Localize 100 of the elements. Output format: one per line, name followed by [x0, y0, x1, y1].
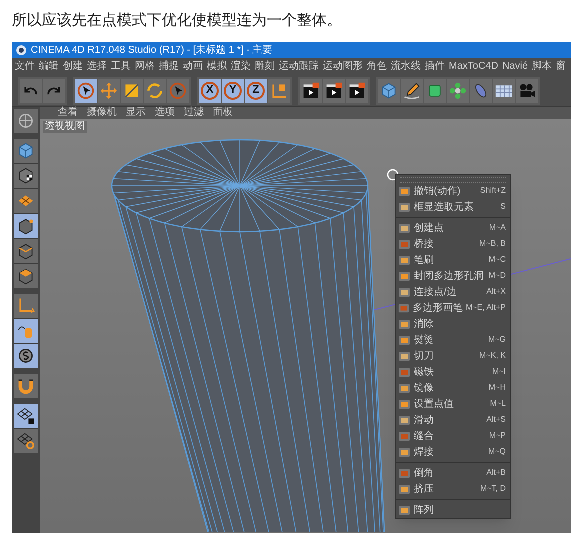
- tool-button[interactable]: [75, 78, 97, 102]
- cursor-icon: [387, 169, 399, 181]
- axis-toggle-button[interactable]: Z: [245, 78, 267, 102]
- shortcut-text: M~L: [490, 398, 506, 410]
- menu-item[interactable]: 工具: [111, 59, 131, 74]
- cube-icon: [380, 82, 398, 100]
- menu-entry[interactable]: 撤销(动作) Shift+Z: [396, 183, 510, 199]
- menu-item[interactable]: 编辑: [39, 59, 59, 74]
- mode-button[interactable]: [14, 344, 38, 368]
- menu-label: 焊接: [414, 446, 435, 460]
- shortcut-text: M~P: [489, 430, 506, 442]
- menu-label: 笔刷: [414, 254, 435, 268]
- tool-button[interactable]: [401, 78, 423, 102]
- menu-item[interactable]: 渲染: [231, 59, 251, 74]
- menu-item[interactable]: 模拟: [207, 59, 227, 74]
- menu-entry[interactable]: 磁铁 M~I: [396, 364, 510, 380]
- shortcut-text: M~E, Alt+P: [466, 302, 506, 314]
- menu-item[interactable]: 运动图形: [323, 59, 363, 74]
- textured-cube-icon: [17, 167, 35, 185]
- shortcut-text: M~Q: [488, 446, 506, 458]
- caption-text: 所以应该先在点模式下优化使模型连为一个整体。: [12, 12, 342, 29]
- menu-item[interactable]: 捕捉: [159, 59, 179, 74]
- menu-label: 多边形画笔: [412, 302, 463, 316]
- mode-button[interactable]: [14, 239, 38, 263]
- menu-item[interactable]: 运动跟踪: [279, 59, 319, 74]
- shortcut-text: M~T, D: [480, 483, 506, 495]
- menu-label: 切刀: [414, 350, 435, 364]
- mode-button[interactable]: [14, 214, 38, 238]
- menu-entry[interactable]: 设置点值 M~L: [396, 396, 510, 412]
- cube-icon: [17, 142, 35, 160]
- viewport-menu-item[interactable]: 查看: [58, 107, 78, 119]
- menu-label: 撤销(动作): [414, 184, 462, 198]
- menu-label: 消除: [414, 318, 435, 332]
- menu-entry[interactable]: 挤压 M~T, D: [396, 481, 510, 497]
- clapperboard-icon: [348, 82, 366, 100]
- menu-item[interactable]: 脚本: [532, 59, 552, 74]
- tool-icon: [398, 200, 411, 214]
- cursor-icon: [77, 82, 95, 100]
- menu-label: 封闭多边形孔洞: [414, 270, 485, 284]
- tool-button[interactable]: [323, 78, 345, 102]
- menu-item[interactable]: 文件: [15, 59, 35, 74]
- menu-entry[interactable]: 阵列: [396, 502, 510, 518]
- menu-entry[interactable]: 笔刷 M~C: [396, 252, 510, 268]
- mode-button[interactable]: [14, 164, 38, 188]
- menu-item[interactable]: MaxToC4D: [449, 59, 498, 74]
- viewport-menu-item[interactable]: 选项: [155, 107, 175, 119]
- menu-item[interactable]: 创建: [63, 59, 83, 74]
- menu-entry[interactable]: 桥接 M~B, B: [396, 236, 510, 252]
- viewport-menu-item[interactable]: 摄像机: [87, 107, 117, 119]
- globe-icon: [17, 112, 35, 130]
- menu-item[interactable]: 选择: [87, 59, 107, 74]
- window-title: CINEMA 4D R17.048 Studio (R17) - [未标题 1 *] - 主要: [31, 44, 273, 58]
- menu-entry[interactable]: 熨烫 M~G: [396, 332, 510, 348]
- tool-icon: [398, 382, 411, 394]
- viewport-menu-item[interactable]: 显示: [126, 107, 146, 119]
- tool-icon: [398, 286, 411, 298]
- coordinate-icon: [270, 82, 288, 100]
- viewport-menu-item[interactable]: 过滤: [184, 107, 204, 119]
- menu-entry[interactable]: 多边形画笔 M~E, Alt+P: [396, 300, 510, 316]
- menu-entry[interactable]: 创建点 M~A: [396, 220, 510, 236]
- menu-item[interactable]: 动画: [183, 59, 203, 74]
- menu-entry[interactable]: 镜像 M~H: [396, 380, 510, 396]
- viewport-menu-item[interactable]: 面板: [213, 107, 233, 119]
- tool-icon: [398, 318, 411, 330]
- mode-button[interactable]: [14, 429, 38, 453]
- menu-entry[interactable]: 焊接 M~Q: [396, 444, 510, 460]
- menu-item[interactable]: Navié: [502, 59, 528, 74]
- menu-entry[interactable]: 缝合 M~P: [396, 428, 510, 444]
- menu-entry[interactable]: 封闭多边形孔洞 M~D: [396, 268, 510, 284]
- menu-item[interactable]: 网格: [135, 59, 155, 74]
- menu-item[interactable]: 窗: [556, 59, 566, 74]
- tool-icon: [398, 430, 411, 442]
- shortcut-text: M~B, B: [480, 238, 506, 250]
- axis-toggle-button[interactable]: X: [199, 78, 221, 102]
- menu-label: 框显选取元素: [414, 200, 475, 214]
- cloner-icon: [449, 82, 467, 100]
- menu-entry[interactable]: 切刀 M~K, K: [396, 348, 510, 364]
- mode-button[interactable]: [14, 404, 38, 428]
- tool-button[interactable]: [346, 78, 368, 102]
- menu-label: 缝合: [414, 430, 435, 444]
- cursor-icon: [169, 82, 187, 100]
- menu-entry[interactable]: 倒角 Alt+B: [396, 465, 510, 481]
- shortcut-text: S: [500, 201, 506, 213]
- locked-grid-icon: [17, 407, 35, 425]
- menu-entry[interactable]: 消除: [396, 316, 510, 332]
- menu-entry[interactable]: 滑动 Alt+S: [396, 412, 510, 428]
- viewport-label: 透视视图: [43, 121, 87, 133]
- menu-label: 桥接: [414, 238, 435, 252]
- axis-toggle-button[interactable]: Y: [222, 78, 244, 102]
- menu-item[interactable]: 流水线: [391, 59, 421, 74]
- menu-item[interactable]: 角色: [367, 59, 387, 74]
- mode-button[interactable]: [14, 264, 38, 288]
- menu-item[interactable]: 插件: [425, 59, 445, 74]
- tool-icon: [398, 302, 410, 314]
- shortcut-text: Alt+S: [486, 414, 506, 426]
- tool-button[interactable]: [300, 78, 322, 102]
- rotate-icon: [146, 82, 164, 100]
- menu-entry[interactable]: 框显选取元素 S: [396, 199, 510, 215]
- menu-entry[interactable]: 连接点/边 Alt+X: [396, 284, 510, 300]
- menu-item[interactable]: 雕刻: [255, 59, 275, 74]
